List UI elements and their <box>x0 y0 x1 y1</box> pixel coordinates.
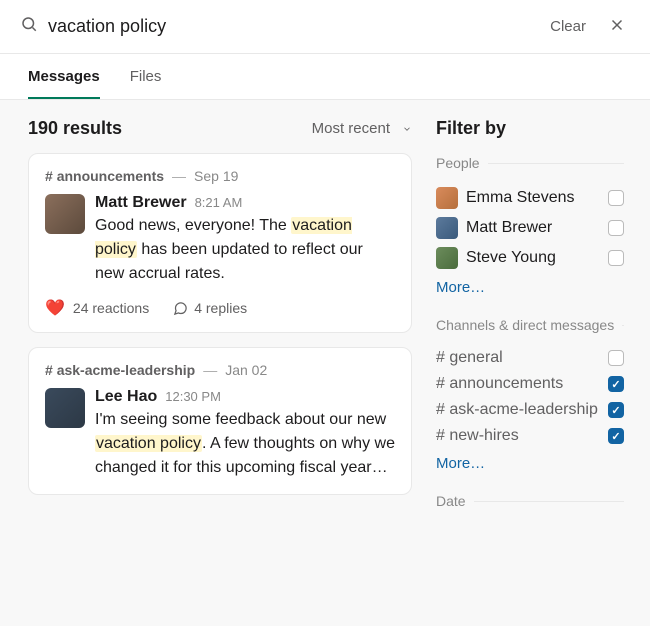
message-body: Lee Hao 12:30 PM I'm seeing some feedbac… <box>95 388 395 480</box>
card-header: ask-acme-leadership — Jan 02 <box>45 362 395 378</box>
clear-button[interactable]: Clear <box>550 18 586 35</box>
checkbox[interactable] <box>608 428 624 444</box>
checkbox[interactable] <box>608 402 624 418</box>
tabs: Messages Files <box>0 54 650 100</box>
card-header: announcements — Sep 19 <box>45 168 395 184</box>
close-icon <box>608 16 626 34</box>
filter-channel[interactable]: ask-acme-leadership <box>436 397 624 423</box>
avatar <box>45 388 85 428</box>
channel-name: ask-acme-leadership <box>45 362 195 378</box>
chevron-down-icon <box>402 124 412 134</box>
message-text: I'm seeing some feedback about our new v… <box>95 408 395 480</box>
tab-messages[interactable]: Messages <box>28 54 100 99</box>
checkbox[interactable] <box>608 350 624 366</box>
replies-count: 4 replies <box>194 300 247 316</box>
filter-date-section: Date <box>436 493 624 509</box>
sort-dropdown[interactable]: Most recent <box>312 120 412 137</box>
user-name: Matt Brewer <box>95 194 187 212</box>
message-card[interactable]: announcements — Sep 19 Matt Brewer 8:21 … <box>28 153 412 333</box>
reactions[interactable]: ❤️ 24 reactions <box>45 298 149 318</box>
channel-name: general <box>436 349 600 367</box>
sort-label: Most recent <box>312 120 390 137</box>
channel-name: ask-acme-leadership <box>436 401 600 419</box>
message-head: Lee Hao 12:30 PM <box>95 388 395 406</box>
person-name: Steve Young <box>466 249 600 267</box>
filter-channels-section: Channels & direct messages general annou… <box>436 317 624 473</box>
filter-people-section: People Emma Stevens Matt Brewer Steve Yo… <box>436 155 624 297</box>
message-date: Sep 19 <box>194 168 238 184</box>
message-card[interactable]: ask-acme-leadership — Jan 02 Lee Hao 12:… <box>28 347 412 495</box>
content: 190 results Most recent announcements — … <box>0 100 650 626</box>
message-head: Matt Brewer 8:21 AM <box>95 194 395 212</box>
avatar <box>45 194 85 234</box>
checkbox[interactable] <box>608 376 624 392</box>
close-button[interactable] <box>604 12 630 41</box>
timestamp: 12:30 PM <box>165 389 221 404</box>
thread-icon <box>173 301 188 316</box>
user-name: Lee Hao <box>95 388 157 406</box>
section-label-channels: Channels & direct messages <box>436 317 624 333</box>
message-date: Jan 02 <box>225 362 267 378</box>
person-name: Matt Brewer <box>466 219 600 237</box>
results-header: 190 results Most recent <box>28 118 412 139</box>
checkbox[interactable] <box>608 190 624 206</box>
heart-icon: ❤️ <box>45 298 65 318</box>
channel-name: announcements <box>436 375 600 393</box>
highlight: vacation policy <box>95 435 202 452</box>
filter-person[interactable]: Matt Brewer <box>436 213 624 243</box>
avatar <box>436 187 458 209</box>
message-body: Matt Brewer 8:21 AM Good news, everyone!… <box>95 194 395 286</box>
avatar <box>436 247 458 269</box>
search-bar: Clear <box>0 0 650 54</box>
card-footer: ❤️ 24 reactions 4 replies <box>45 298 395 318</box>
filter-sidebar: Filter by People Emma Stevens Matt Brewe… <box>428 100 650 626</box>
replies[interactable]: 4 replies <box>173 300 247 316</box>
avatar <box>436 217 458 239</box>
channel-name: announcements <box>45 168 164 184</box>
message: Matt Brewer 8:21 AM Good news, everyone!… <box>45 194 395 286</box>
tab-files[interactable]: Files <box>130 54 162 99</box>
search-input[interactable] <box>48 16 550 37</box>
person-name: Emma Stevens <box>466 189 600 207</box>
results-panel: 190 results Most recent announcements — … <box>0 100 428 626</box>
filter-channel[interactable]: announcements <box>436 371 624 397</box>
more-people-link[interactable]: More… <box>436 279 485 296</box>
reactions-count: 24 reactions <box>73 300 149 316</box>
channel-name: new-hires <box>436 427 600 445</box>
section-label-date: Date <box>436 493 624 509</box>
separator: — <box>203 362 217 378</box>
more-channels-link[interactable]: More… <box>436 455 485 472</box>
timestamp: 8:21 AM <box>195 195 243 210</box>
message: Lee Hao 12:30 PM I'm seeing some feedbac… <box>45 388 395 480</box>
results-count: 190 results <box>28 118 122 139</box>
section-label-people: People <box>436 155 624 171</box>
checkbox[interactable] <box>608 250 624 266</box>
filter-person[interactable]: Steve Young <box>436 243 624 273</box>
filter-channel[interactable]: general <box>436 345 624 371</box>
checkbox[interactable] <box>608 220 624 236</box>
filter-person[interactable]: Emma Stevens <box>436 183 624 213</box>
filter-title: Filter by <box>436 118 624 139</box>
search-icon <box>20 15 38 38</box>
filter-channel[interactable]: new-hires <box>436 423 624 449</box>
message-text: Good news, everyone! The vacation policy… <box>95 214 395 286</box>
separator: — <box>172 168 186 184</box>
